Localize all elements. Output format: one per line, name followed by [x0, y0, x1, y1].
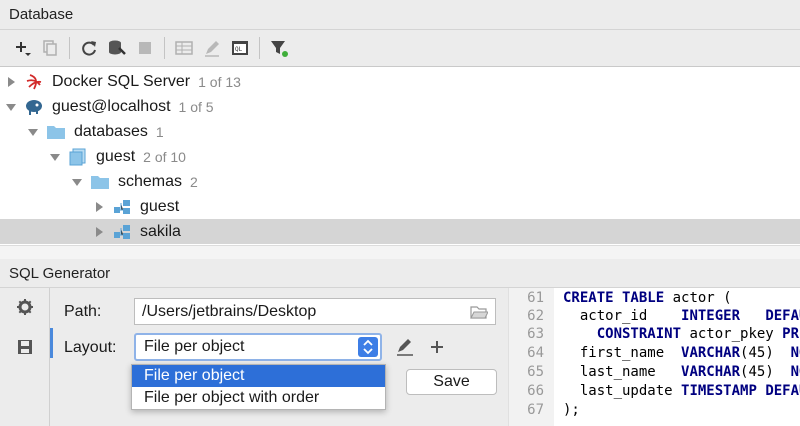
tree-item-count: 1 of 13	[198, 73, 241, 90]
database-panel-title: Database	[0, 0, 800, 30]
database-toolbar: QL	[0, 30, 800, 67]
path-input-value: /Users/jetbrains/Desktop	[142, 303, 317, 320]
layout-dropdown: File per object File per object with ord…	[131, 364, 386, 410]
line-number: 64	[527, 345, 544, 361]
stop-icon[interactable]	[131, 34, 159, 62]
toolbar-separator	[164, 37, 165, 59]
collapse-arrow-icon[interactable]	[72, 177, 82, 187]
tree-item-label: guest@localhost	[52, 97, 171, 115]
tree-item-label: schemas	[118, 172, 183, 190]
layout-label: Layout:	[64, 339, 117, 356]
expand-arrow-icon[interactable]	[94, 226, 104, 237]
collapse-arrow-icon[interactable]	[6, 102, 16, 112]
layout-select-value: File per object	[144, 338, 245, 355]
browse-folder-icon[interactable]	[470, 303, 489, 328]
tree-item-docker-sql-server[interactable]: Docker SQL Server 1 of 13	[0, 69, 800, 94]
toolbar-separator	[259, 37, 260, 59]
line-number: 67	[527, 402, 544, 418]
duplicate-icon[interactable]	[36, 34, 64, 62]
gear-icon[interactable]	[12, 294, 38, 320]
line-number: 66	[527, 383, 544, 399]
postgresql-icon	[24, 98, 44, 116]
path-input[interactable]: /Users/jetbrains/Desktop	[134, 298, 496, 325]
layout-option[interactable]: File per object with order	[132, 387, 385, 409]
tree-item-label: guest	[140, 197, 180, 215]
save-button[interactable]: Save	[406, 369, 497, 395]
layout-option[interactable]: File per object	[132, 365, 385, 387]
tree-item-schema-sakila[interactable]: sakila	[0, 219, 800, 244]
sql-generator-panel: Path: /Users/jetbrains/Desktop Layout: F…	[0, 288, 800, 426]
edit-icon[interactable]	[198, 34, 226, 62]
schema-icon	[112, 198, 132, 216]
database-tree: Docker SQL Server 1 of 13 guest@localhos…	[0, 67, 800, 245]
add-layout-icon[interactable]	[427, 337, 447, 361]
db-settings-icon[interactable]	[103, 34, 131, 62]
sql-console-icon[interactable]: QL	[226, 34, 254, 62]
tree-item-label: databases	[74, 122, 148, 140]
line-number: 65	[527, 364, 544, 380]
tree-item-databases[interactable]: databases 1	[0, 119, 800, 144]
svg-text:QL: QL	[235, 46, 243, 53]
schema-icon	[112, 223, 132, 241]
tree-item-guest-localhost[interactable]: guest@localhost 1 of 5	[0, 94, 800, 119]
tree-item-count: 1	[155, 123, 164, 140]
path-label: Path:	[64, 303, 102, 320]
tree-item-schema-guest[interactable]: guest	[0, 194, 800, 219]
save-to-file-icon[interactable]	[12, 334, 38, 360]
table-icon[interactable]	[170, 34, 198, 62]
add-icon[interactable]	[8, 34, 36, 62]
database-icon	[68, 148, 88, 166]
line-number: 62	[527, 308, 544, 324]
filter-icon[interactable]	[265, 34, 293, 62]
edit-layout-icon[interactable]	[395, 337, 415, 361]
line-number: 63	[527, 326, 544, 342]
tree-item-label: sakila	[140, 222, 181, 240]
line-number: 61	[527, 290, 544, 306]
tree-item-label: guest	[96, 147, 136, 165]
sql-generator-sidebar	[0, 288, 50, 426]
tree-item-count: 2	[190, 173, 198, 190]
tree-item-count: 2 of 10	[143, 148, 186, 165]
layout-select[interactable]: File per object	[134, 333, 382, 361]
sql-generator-title: SQL Generator	[0, 259, 800, 288]
sql-preview-editor[interactable]: 61 CREATE TABLE actor ( 62 actor_id INTEG…	[508, 288, 800, 426]
tree-item-guest-database[interactable]: guest 2 of 10	[0, 144, 800, 169]
collapse-arrow-icon[interactable]	[28, 127, 38, 137]
panel-divider[interactable]	[0, 245, 800, 259]
folder-icon	[46, 123, 66, 141]
sql-server-icon	[24, 73, 44, 91]
collapse-arrow-icon[interactable]	[50, 152, 60, 162]
refresh-icon[interactable]	[75, 34, 103, 62]
expand-arrow-icon[interactable]	[6, 76, 16, 87]
toolbar-separator	[69, 37, 70, 59]
folder-icon	[90, 173, 110, 191]
tree-item-schemas[interactable]: schemas 2	[0, 169, 800, 194]
expand-arrow-icon[interactable]	[94, 201, 104, 212]
tree-item-count: 1 of 5	[178, 98, 214, 115]
select-arrows-icon[interactable]	[358, 337, 378, 357]
tree-item-label: Docker SQL Server	[52, 72, 191, 90]
